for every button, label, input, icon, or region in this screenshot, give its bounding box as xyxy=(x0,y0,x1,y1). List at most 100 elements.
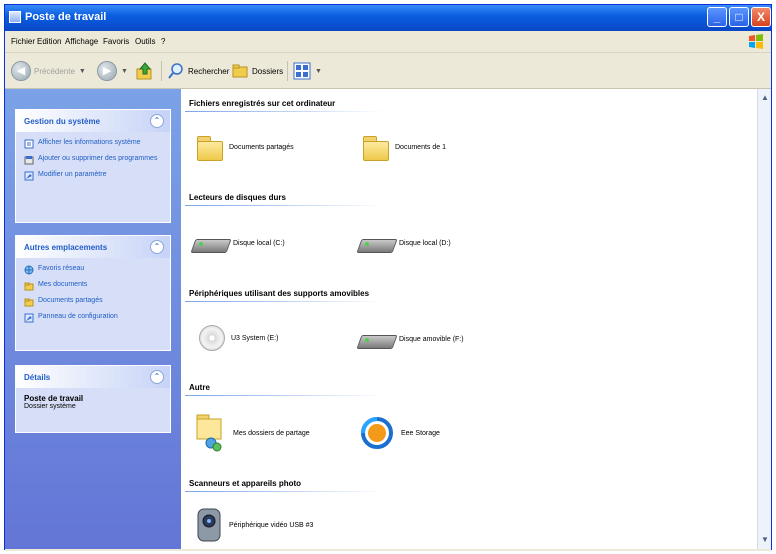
windows-logo-icon xyxy=(749,34,763,49)
menu-favorites[interactable]: Favoris xyxy=(103,37,129,46)
details-header[interactable]: Détails ⌃ xyxy=(16,366,170,388)
vertical-scrollbar[interactable]: ▲ ▼ xyxy=(757,89,771,549)
title-bar[interactable]: Poste de travail _ □ X xyxy=(5,5,771,31)
item-label: U3 System (E:) xyxy=(231,334,279,342)
group-title: Périphériques utilisant des supports amo… xyxy=(189,289,370,298)
folder-icon xyxy=(195,133,223,161)
menu-help[interactable]: ? xyxy=(161,37,165,46)
group-divider xyxy=(185,301,385,302)
views-icon xyxy=(293,62,311,80)
item-label: Disque local (D:) xyxy=(399,239,451,247)
folders-label: Dossiers xyxy=(252,66,284,76)
shared-folder-icon xyxy=(24,298,34,307)
menu-bar: Fichier Edition Affichage Favoris Outils… xyxy=(5,31,771,53)
webcam-icon xyxy=(197,508,221,542)
collapse-icon[interactable]: ⌃ xyxy=(150,240,164,254)
details-panel: Détails ⌃ Poste de travail Dossier systè… xyxy=(15,365,171,433)
group-title: Fichiers enregistrés sur cet ordinateur xyxy=(189,99,336,108)
item-usb-video-device[interactable]: Périphérique vidéo USB #3 xyxy=(195,507,313,543)
link-modify-setting[interactable]: Modifier un paramètre xyxy=(24,170,162,181)
up-button[interactable] xyxy=(135,59,155,83)
item-disk-c[interactable]: Disque local (C:) xyxy=(193,233,285,253)
system-tasks-panel: Gestion du système ⌃ Afficher les inform… xyxy=(15,109,171,223)
details-title: Détails xyxy=(24,373,51,382)
details-item-title: Poste de travail xyxy=(24,394,84,403)
item-my-share-folders[interactable]: Mes dossiers de partage xyxy=(195,413,310,453)
scroll-up-icon[interactable]: ▲ xyxy=(758,91,772,105)
folders-button[interactable]: Dossiers xyxy=(231,59,283,83)
folder-icon xyxy=(232,64,248,78)
menu-edit[interactable]: Edition xyxy=(37,37,61,46)
item-label: Périphérique vidéo USB #3 xyxy=(229,521,314,529)
menu-tools[interactable]: Outils xyxy=(135,37,155,46)
item-documents-of-1[interactable]: Documents de 1 xyxy=(361,133,446,161)
system-tasks-title: Gestion du système xyxy=(24,117,101,126)
other-places-title: Autres emplacements xyxy=(24,243,108,252)
system-info-icon xyxy=(24,139,34,149)
up-folder-icon xyxy=(136,62,152,80)
eee-storage-icon xyxy=(361,417,393,449)
item-removable-disk[interactable]: Disque amovible (F:) xyxy=(359,329,464,349)
toolbar-separator xyxy=(287,61,288,81)
item-label: Documents de 1 xyxy=(395,143,446,151)
search-label: Rechercher xyxy=(188,66,230,76)
my-documents-icon xyxy=(24,282,34,291)
task-pane: Gestion du système ⌃ Afficher les inform… xyxy=(5,89,181,549)
item-eee-storage[interactable]: Eee Storage xyxy=(359,415,440,451)
folder-icon xyxy=(361,133,389,161)
window-title: Poste de travail xyxy=(25,11,107,23)
link-add-remove[interactable]: Ajouter ou supprimer des programmes xyxy=(24,154,162,165)
minimize-button[interactable]: _ xyxy=(707,7,727,27)
item-u3-system[interactable]: U3 System (E:) xyxy=(199,325,278,351)
group-title: Autre xyxy=(189,383,210,392)
menu-view[interactable]: Affichage xyxy=(65,37,98,46)
link-label: Favoris réseau xyxy=(38,265,85,272)
network-icon xyxy=(24,265,34,275)
scroll-down-icon[interactable]: ▼ xyxy=(758,533,772,547)
link-label: Panneau de configuration xyxy=(38,313,118,320)
collapse-icon[interactable]: ⌃ xyxy=(150,370,164,384)
control-panel-icon xyxy=(24,313,34,323)
menu-file[interactable]: Fichier xyxy=(11,37,35,46)
chevron-down-icon: ▼ xyxy=(78,67,86,75)
hard-drive-icon xyxy=(193,233,227,253)
item-disk-d[interactable]: Disque local (D:) xyxy=(359,233,451,253)
other-places-panel: Autres emplacements ⌃ Favoris réseau Mes… xyxy=(15,235,171,351)
link-shared-documents[interactable]: Documents partagés xyxy=(24,296,162,307)
add-remove-icon xyxy=(24,156,34,165)
chevron-down-icon: ▼ xyxy=(315,67,322,75)
close-button[interactable]: X xyxy=(751,7,771,27)
group-divider xyxy=(185,205,385,206)
details-item-subtitle: Dossier système xyxy=(24,403,76,410)
link-system-info[interactable]: Afficher les informations système xyxy=(24,138,162,149)
file-view: Fichiers enregistrés sur cet ordinateur … xyxy=(181,89,757,549)
control-panel-icon xyxy=(24,171,34,181)
item-shared-documents[interactable]: Documents partagés xyxy=(195,133,294,161)
forward-button[interactable]: ▶ ▼ xyxy=(97,59,128,83)
chevron-down-icon: ▼ xyxy=(121,67,128,75)
shared-folder-icon xyxy=(196,414,222,452)
link-label: Documents partagés xyxy=(38,297,103,304)
item-label: Disque amovible (F:) xyxy=(399,335,464,343)
link-label: Afficher les informations système xyxy=(38,139,141,146)
group-divider xyxy=(185,395,385,396)
toolbar-separator xyxy=(161,61,162,81)
explorer-window: Poste de travail _ □ X Fichier Edition A… xyxy=(4,4,772,551)
link-control-panel[interactable]: Panneau de configuration xyxy=(24,312,162,323)
group-title: Lecteurs de disques durs xyxy=(189,193,286,202)
back-button[interactable]: ◀ Précédente ▼ xyxy=(11,59,86,83)
link-network-places[interactable]: Favoris réseau xyxy=(24,264,162,275)
search-button[interactable]: Rechercher xyxy=(167,59,229,83)
collapse-icon[interactable]: ⌃ xyxy=(150,114,164,128)
hard-drive-icon xyxy=(359,233,393,253)
item-label: Eee Storage xyxy=(401,429,440,437)
forward-arrow-icon: ▶ xyxy=(97,61,117,81)
views-button[interactable]: ▼ xyxy=(293,59,322,83)
back-label: Précédente xyxy=(34,66,75,76)
other-places-header[interactable]: Autres emplacements ⌃ xyxy=(16,236,170,258)
link-my-documents[interactable]: Mes documents xyxy=(24,280,162,291)
group-divider xyxy=(185,111,385,112)
maximize-button[interactable]: □ xyxy=(729,7,749,27)
system-tasks-header[interactable]: Gestion du système ⌃ xyxy=(16,110,170,132)
item-label: Documents partagés xyxy=(229,143,294,151)
